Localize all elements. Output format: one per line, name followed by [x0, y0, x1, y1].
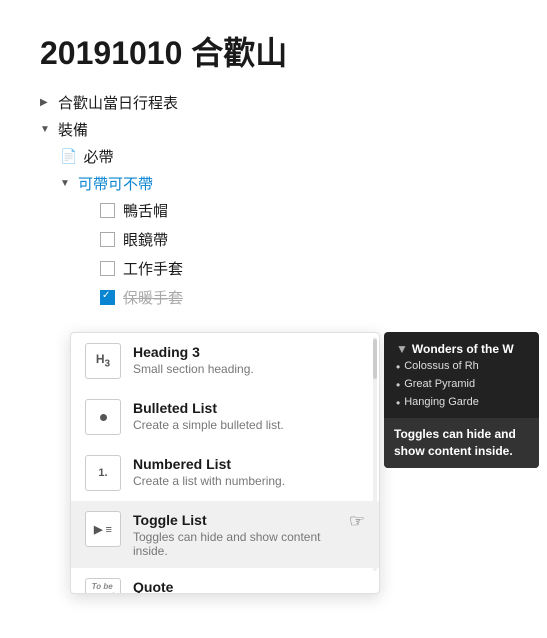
- numbered-title: Numbered List: [133, 455, 365, 473]
- checkbox-warm-gloves-input[interactable]: [100, 290, 115, 305]
- dropdown-item-bullet[interactable]: Bulleted List Create a simple bulleted l…: [71, 389, 379, 445]
- checkbox-duck-hat-input[interactable]: [100, 203, 115, 218]
- checkbox-glasses-strap[interactable]: 眼鏡帶: [40, 229, 507, 250]
- bullet-desc: Create a simple bulleted list.: [133, 418, 365, 432]
- bullet-text: Bulleted List Create a simple bulleted l…: [133, 399, 365, 432]
- tree-item-itinerary[interactable]: 合歡山當日行程表: [40, 92, 507, 113]
- tree-label-itinerary: 合歡山當日行程表: [58, 92, 178, 113]
- preview-content: ▼ Wonders of the W • Colossus of Rh • Gr…: [384, 332, 539, 410]
- numbered-desc: Create a list with numbering.: [133, 474, 365, 488]
- page-title: 20191010 合歡山: [40, 28, 507, 74]
- tree-arrow-optional[interactable]: [60, 178, 78, 189]
- preview-bullet-3: • Hanging Garde: [396, 396, 527, 410]
- preview-bullet-2: • Great Pyramid: [396, 378, 527, 392]
- quote-icon: To beor notto be: [92, 583, 115, 593]
- heading3-desc: Small section heading.: [133, 362, 365, 376]
- numbered-icon: 1.: [98, 467, 107, 479]
- dropdown-item-heading3[interactable]: H3 Heading 3 Small section heading.: [71, 333, 379, 389]
- main-content: 20191010 合歡山 合歡山當日行程表 裝備 📄 必帶 可帶可不帶 鴨舌帽 …: [0, 0, 547, 336]
- bullet-title: Bulleted List: [133, 399, 365, 417]
- scrollbar-track: [373, 337, 377, 571]
- heading3-title: Heading 3: [133, 343, 365, 361]
- preview-panel: ▼ Wonders of the W • Colossus of Rh • Gr…: [384, 332, 539, 468]
- dropdown-scroll[interactable]: H3 Heading 3 Small section heading. Bull…: [71, 333, 379, 593]
- cursor-pointer: ☞: [349, 511, 365, 532]
- heading3-text: Heading 3 Small section heading.: [133, 343, 365, 376]
- toggle-text: Toggle List Toggles can hide and show co…: [133, 511, 349, 558]
- preview-bullet-icon-2: •: [396, 378, 400, 392]
- quote-icon-box: To beor notto be: [85, 578, 121, 593]
- tree-arrow-equipment[interactable]: [40, 124, 58, 135]
- tree-item-equipment[interactable]: 裝備: [40, 119, 507, 140]
- scrollbar-thumb[interactable]: [373, 339, 377, 379]
- preview-title: Wonders of the W: [412, 342, 514, 356]
- preview-bullet-text-2: Great Pyramid: [404, 378, 475, 390]
- tree-label-essential: 必帶: [83, 146, 113, 167]
- checkbox-gloves-input[interactable]: [100, 261, 115, 276]
- dropdown-item-quote[interactable]: To beor notto be Quote Capture a quote.: [71, 568, 379, 593]
- tree-label-equipment: 裝備: [58, 119, 88, 140]
- tree-item-essential: 📄 必帶: [40, 146, 507, 167]
- tree-arrow-itinerary[interactable]: [40, 97, 58, 108]
- toggle-title: Toggle List: [133, 511, 349, 529]
- preview-arrow-icon: ▼: [396, 342, 408, 356]
- heading3-icon: H3: [85, 343, 121, 379]
- checkbox-duck-hat[interactable]: 鴨舌帽: [40, 200, 507, 221]
- toggle-icon-box: ▶ ≡: [85, 511, 121, 547]
- tree-label-optional: 可帶可不帶: [78, 173, 153, 194]
- numbered-text: Numbered List Create a list with numberi…: [133, 455, 365, 488]
- dropdown-item-toggle[interactable]: ▶ ≡ Toggle List Toggles can hide and sho…: [71, 501, 379, 568]
- bullet-icon: [100, 414, 107, 421]
- preview-tooltip: Toggles can hide andshow content inside.: [384, 418, 539, 468]
- checkbox-gloves-label: 工作手套: [123, 258, 183, 279]
- checkbox-duck-hat-label: 鴨舌帽: [123, 200, 168, 221]
- quote-title: Quote: [133, 578, 365, 593]
- numbered-icon-box: 1.: [85, 455, 121, 491]
- preview-header: ▼ Wonders of the W: [396, 342, 527, 356]
- dropdown-menu: H3 Heading 3 Small section heading. Bull…: [70, 332, 380, 594]
- toggle-icon: ▶ ≡: [94, 523, 112, 536]
- preview-tooltip-text: Toggles can hide andshow content inside.: [394, 426, 529, 460]
- dropdown-item-numbered[interactable]: 1. Numbered List Create a list with numb…: [71, 445, 379, 501]
- checkbox-warm-gloves[interactable]: 保暖手套: [40, 287, 507, 308]
- preview-bullet-text-3: Hanging Garde: [404, 396, 479, 408]
- preview-bullet-text-1: Colossus of Rh: [404, 360, 479, 372]
- checkbox-gloves[interactable]: 工作手套: [40, 258, 507, 279]
- bullet-icon-box: [85, 399, 121, 435]
- preview-bullet-1: • Colossus of Rh: [396, 360, 527, 374]
- toggle-desc: Toggles can hide and show content inside…: [133, 530, 349, 558]
- preview-bullet-icon-3: •: [396, 396, 400, 410]
- tree-item-optional[interactable]: 可帶可不帶: [40, 173, 507, 194]
- checkbox-glasses-strap-label: 眼鏡帶: [123, 229, 168, 250]
- doc-icon: 📄: [60, 148, 77, 165]
- quote-text: Quote Capture a quote.: [133, 578, 365, 593]
- checkbox-warm-gloves-label: 保暖手套: [123, 287, 183, 308]
- checkbox-glasses-strap-input[interactable]: [100, 232, 115, 247]
- preview-bullet-icon-1: •: [396, 360, 400, 374]
